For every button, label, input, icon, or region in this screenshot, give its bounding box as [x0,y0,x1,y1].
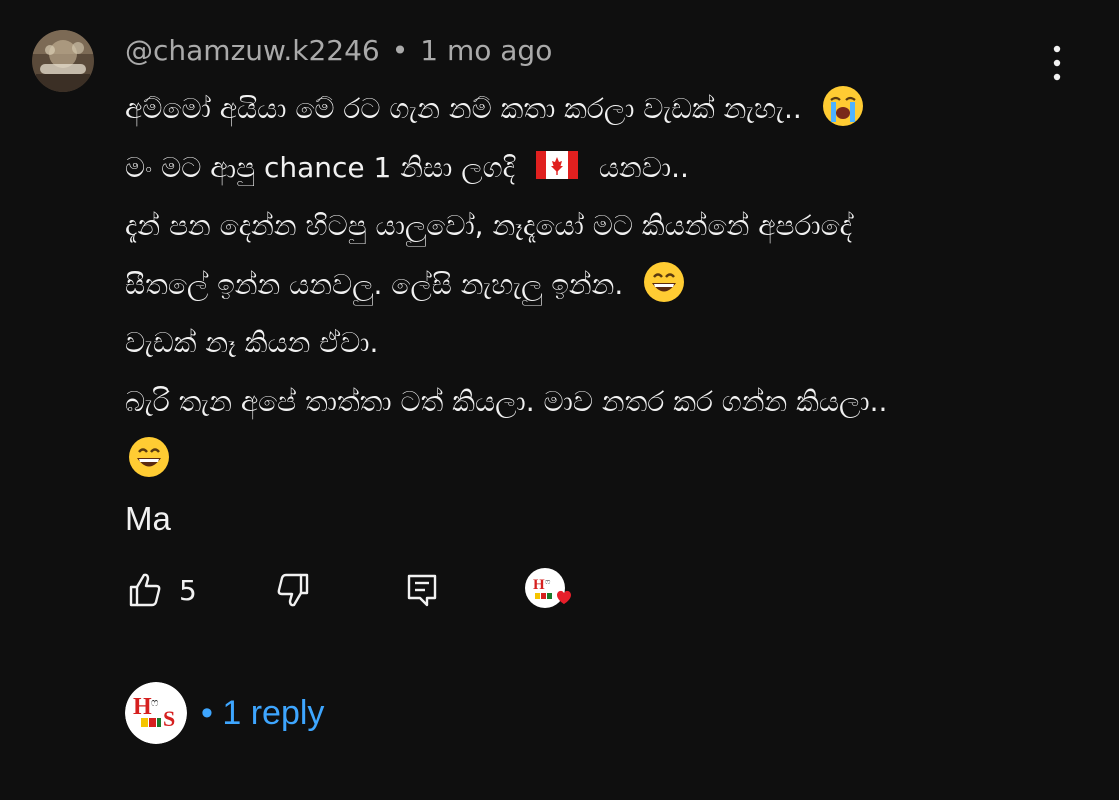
comment-timestamp[interactable]: 1 mo ago [420,34,552,67]
comment-line: සීතලේ ඉන්න යනවලු. ලේසි නැහැලු ඉන්න. [125,256,1025,315]
comment-line: දැන් පන දෙන්න හිටපු යාලුවෝ, නෑදෑයෝ මට කි… [125,209,853,242]
loudly-crying-face-icon [822,86,863,126]
comment-line: මං මට ආපු chance 1 නිසා ලගදි යනවා.. [125,150,689,184]
reply-button[interactable] [403,562,443,618]
comment-line: වැඩක් නෑ කියන ඒවා. [125,326,379,359]
commenter-avatar[interactable] [32,30,94,92]
reply-avatar: H S ෆ [125,682,187,744]
comment-header: @chamzuw.k2246 • 1 mo ago [125,30,552,70]
svg-text:S: S [163,706,175,731]
kebab-menu-icon [1053,45,1061,81]
dislike-button[interactable] [273,562,313,618]
comment-line: Ma [125,499,171,537]
grinning-face-icon [129,437,169,477]
comment-author[interactable]: @chamzuw.k2246 [125,34,380,67]
svg-text:H: H [133,694,152,720]
like-button[interactable]: 5 [125,562,197,618]
replies-separator: • [201,693,213,732]
like-count: 5 [179,573,197,607]
comment-text: අම්මෝ අයියා මේ රට ගැන නම් කතා කරලා වැඩක්… [125,80,1025,548]
svg-text:ෆ: ෆ [545,577,551,586]
channel-logo-icon: H S ෆ [125,682,187,744]
replies-count-label: 1 reply [222,693,325,732]
grinning-face-icon [644,261,685,302]
thumbs-down-icon [277,573,309,607]
view-replies[interactable]: H S ෆ • 1 reply [125,682,324,744]
comment-line [125,431,1025,490]
more-options-button[interactable] [1040,40,1074,86]
svg-text:H: H [533,577,545,593]
thumbs-up-icon [129,573,161,607]
creator-heart-icon: H ෆ [525,568,571,608]
reply-icon [407,574,437,607]
comment-line: බැරි තැන අපේ තාත්තා ටත් කියලා. මාව නතර ක… [125,384,888,418]
replies-link[interactable]: • 1 reply [201,694,324,733]
creator-heart: H ෆ [523,562,579,618]
comment-line: අම්මෝ අයියා මේ රට ගැන නම් කතා කරලා වැඩක්… [125,80,1025,139]
canada-flag-icon [535,150,578,179]
header-separator: • [391,33,409,67]
svg-text:ෆ: ෆ [151,697,158,709]
